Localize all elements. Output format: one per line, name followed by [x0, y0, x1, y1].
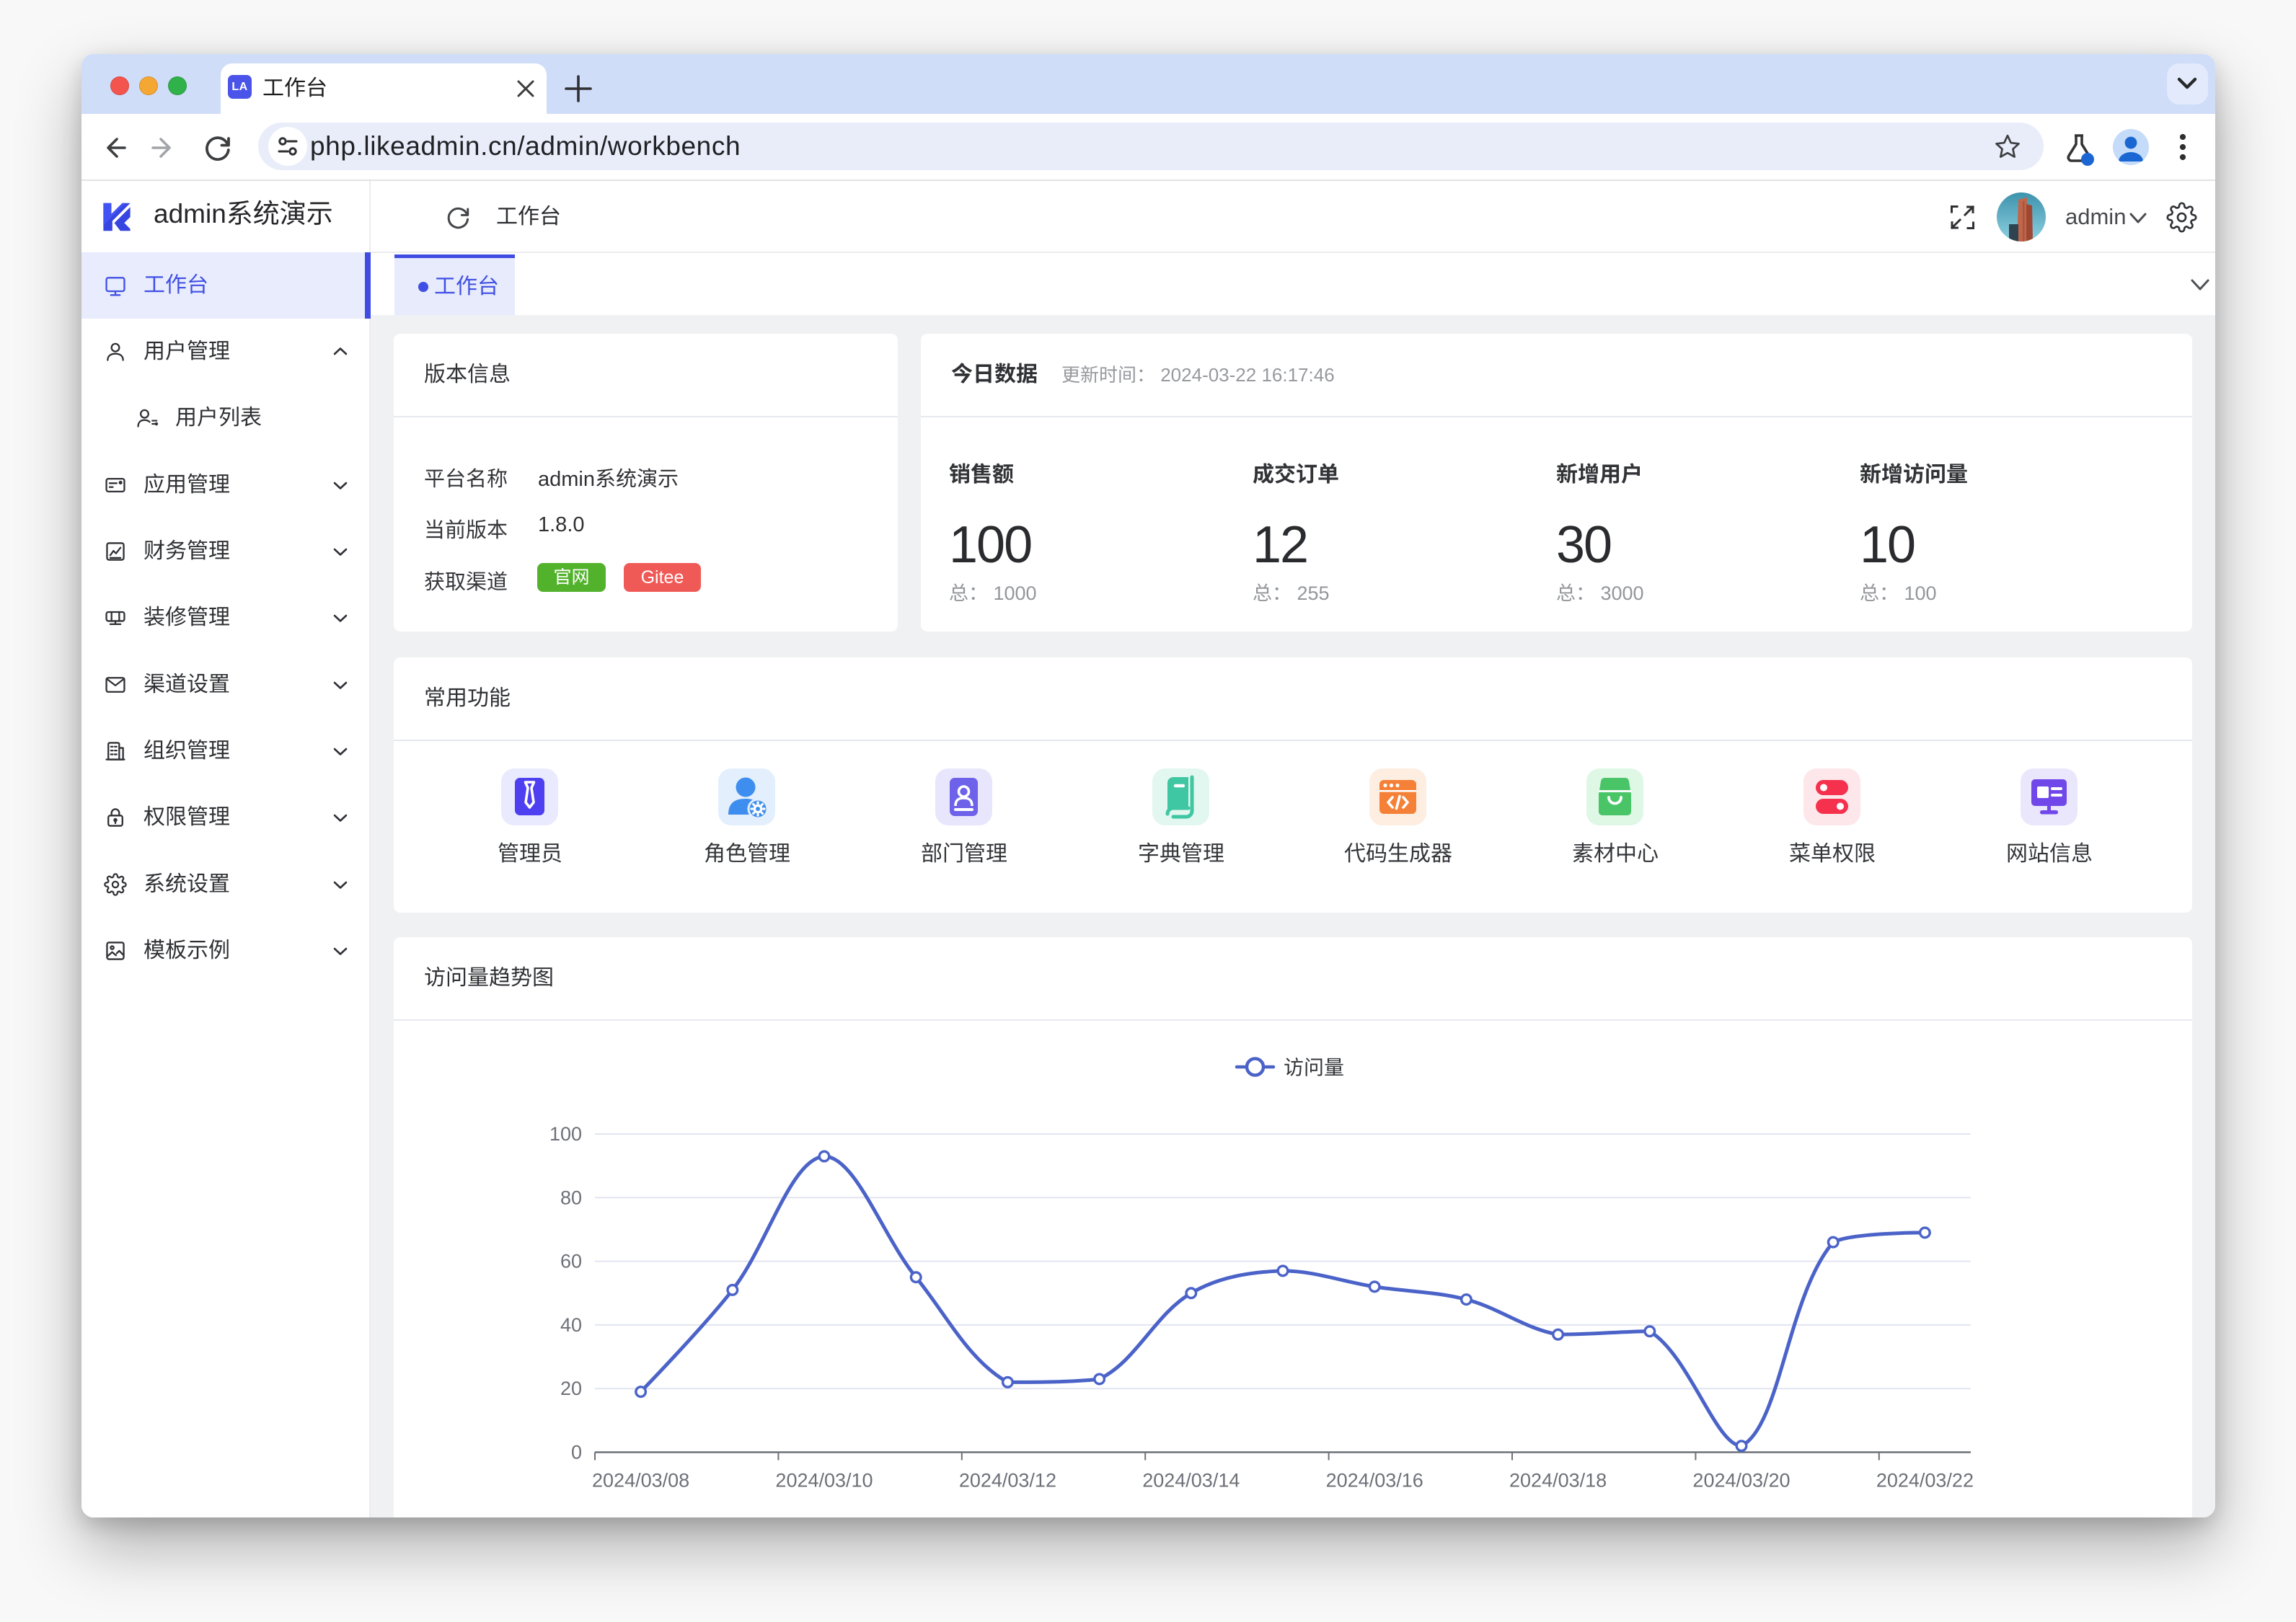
svg-text:2024/03/18: 2024/03/18 [1509, 1470, 1607, 1492]
svg-text:2024/03/14: 2024/03/14 [1142, 1470, 1240, 1492]
svg-text:40: 40 [560, 1314, 582, 1336]
svg-text:2024/03/12: 2024/03/12 [959, 1470, 1056, 1492]
svg-text:2024/03/08: 2024/03/08 [592, 1470, 689, 1492]
svg-text:80: 80 [560, 1187, 582, 1208]
svg-text:2024/03/16: 2024/03/16 [1326, 1470, 1423, 1492]
svg-text:2024/03/22: 2024/03/22 [1876, 1470, 1974, 1492]
svg-text:60: 60 [560, 1251, 582, 1272]
svg-text:2024/03/20: 2024/03/20 [1692, 1470, 1790, 1492]
svg-text:0: 0 [571, 1442, 582, 1463]
svg-text:100: 100 [549, 1123, 582, 1145]
svg-text:2024/03/10: 2024/03/10 [775, 1470, 873, 1492]
svg-text:20: 20 [560, 1378, 582, 1399]
svg-text:访问量: 访问量 [1284, 1057, 1344, 1079]
